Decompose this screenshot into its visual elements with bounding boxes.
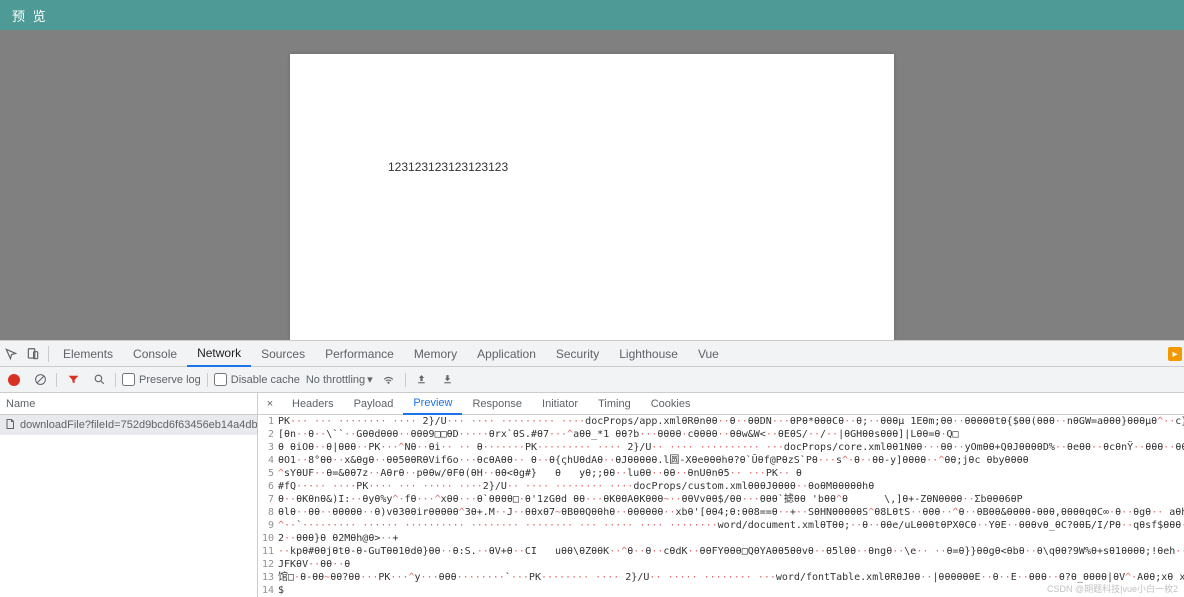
dtab-response[interactable]: Response [462,393,532,415]
chevron-down-icon: ▾ [367,373,373,386]
filter-icon[interactable] [63,370,83,390]
download-icon[interactable] [438,370,458,390]
preserve-log-label: Preserve log [139,374,201,386]
tab-network[interactable]: Network [187,341,251,367]
search-icon[interactable] [89,370,109,390]
divider [48,346,49,362]
request-list: Name downloadFile?fileId=752d9bcd6f63456… [0,393,258,597]
upload-icon[interactable] [412,370,432,390]
close-icon[interactable]: × [258,398,282,410]
clear-icon[interactable] [30,370,50,390]
disable-cache-label: Disable cache [231,374,300,386]
dtab-preview[interactable]: Preview [403,393,462,415]
devtools-panel: Elements Console Network Sources Perform… [0,340,1184,597]
throttling-select[interactable]: No throttling▾ [306,373,373,386]
preview-title: 预 览 [12,6,48,25]
tab-console[interactable]: Console [123,341,187,367]
dtab-payload[interactable]: Payload [344,393,404,415]
inspect-icon[interactable] [0,341,22,367]
document-page: 123123123123123123 [290,54,894,340]
tab-lighthouse[interactable]: Lighthouse [609,341,688,367]
request-name: downloadFile?fileId=752d9bcd6f63456eb14a… [20,419,257,431]
preview-header: 预 览 [0,0,1184,30]
divider [56,373,57,387]
tab-application[interactable]: Application [467,341,546,367]
dtab-timing[interactable]: Timing [588,393,641,415]
devtools-body: Name downloadFile?fileId=752d9bcd6f63456… [0,393,1184,597]
divider [405,373,406,387]
tab-security[interactable]: Security [546,341,609,367]
document-body-text: 123123123123123123 [388,160,508,174]
response-preview-raw[interactable]: 1PK··· ··· ········ ···· 2}/U··· ···· ··… [258,415,1184,597]
tab-vue[interactable]: Vue [688,341,729,367]
tab-sources[interactable]: Sources [251,341,315,367]
dtab-initiator[interactable]: Initiator [532,393,588,415]
request-list-header[interactable]: Name [0,393,257,415]
devtools-tabbar: Elements Console Network Sources Perform… [0,341,1184,367]
watermark: CSDN @期题科技|vue小白一枚2 [1047,582,1178,595]
divider [207,373,208,387]
divider [115,373,116,387]
record-icon[interactable] [4,370,24,390]
tab-memory[interactable]: Memory [404,341,467,367]
throttling-label: No throttling [306,374,365,386]
preview-area: 123123123123123123 [0,30,1184,340]
wifi-icon[interactable] [379,370,399,390]
warning-badge-icon[interactable]: ▸ [1168,347,1182,361]
request-row[interactable]: downloadFile?fileId=752d9bcd6f63456eb14a… [0,415,257,435]
disable-cache-checkbox[interactable]: Disable cache [214,373,300,386]
dtab-cookies[interactable]: Cookies [641,393,701,415]
dtab-headers[interactable]: Headers [282,393,344,415]
device-toggle-icon[interactable] [22,341,44,367]
detail-tabbar: × Headers Payload Preview Response Initi… [258,393,1184,415]
tab-performance[interactable]: Performance [315,341,404,367]
request-detail: × Headers Payload Preview Response Initi… [258,393,1184,597]
preserve-log-checkbox[interactable]: Preserve log [122,373,201,386]
tab-elements[interactable]: Elements [53,341,123,367]
file-icon [4,418,16,433]
network-toolbar: Preserve log Disable cache No throttling… [0,367,1184,393]
